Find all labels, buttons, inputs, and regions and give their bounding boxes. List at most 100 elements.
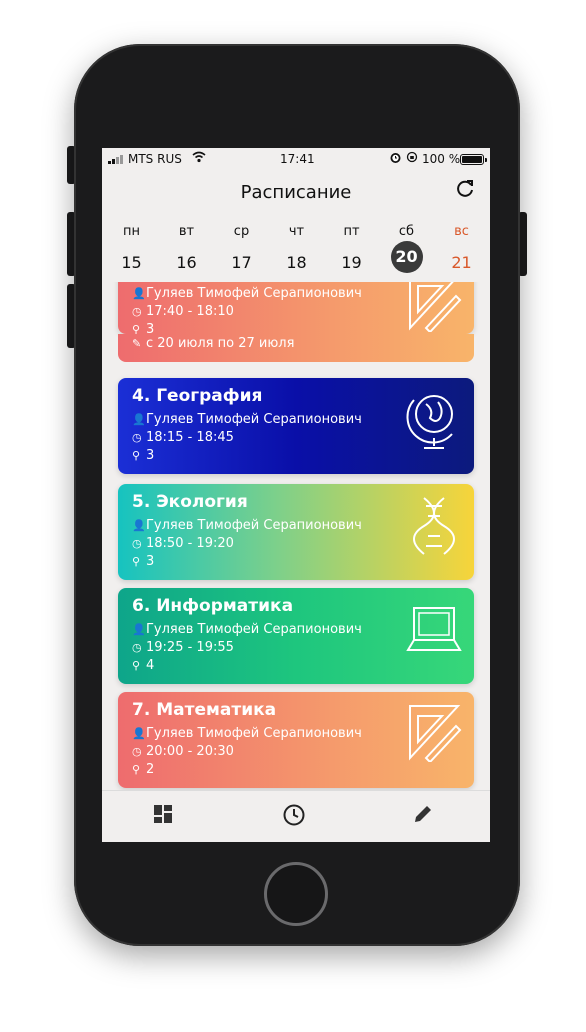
lesson-time: 18:50 - 19:20	[146, 536, 234, 551]
dashboard-icon[interactable]	[152, 803, 180, 831]
battery-percent: 100 %	[422, 152, 461, 166]
lesson-title: 4. География	[132, 386, 263, 406]
lesson-card-math-period[interactable]: ✎ с 20 июля по 27 июля	[118, 334, 474, 362]
lesson-card-math-partial[interactable]: 👤Гуляев Тимофей Серапионович ◷ 17:40 - 18…	[118, 282, 474, 334]
ruler-triangle-icon	[406, 702, 462, 766]
day-number: 21	[451, 253, 472, 272]
location-pin-icon: ⚲	[132, 763, 141, 776]
clock-icon: ◷	[132, 745, 142, 758]
lesson-room: 3	[146, 554, 155, 569]
lesson-time: 20:00 - 20:30	[146, 744, 234, 759]
lesson-period: с 20 июля по 27 июля	[146, 336, 295, 351]
lesson-card-math[interactable]: 7. Математика 👤Гуляев Тимофей Серапионов…	[118, 692, 474, 788]
app-screen: MTS RUS 17:41 100 % Расписание пн 15 вт …	[102, 148, 490, 842]
clock-icon: ◷	[132, 305, 142, 318]
day-sunday[interactable]: вс 21	[434, 218, 489, 278]
day-name: пн	[123, 224, 140, 239]
status-bar: MTS RUS 17:41 100 %	[102, 148, 490, 170]
teacher-row: 👤Гуляев Тимофей Серапионович	[132, 412, 362, 427]
lesson-room: 3	[146, 448, 155, 463]
teacher-row: 👤Гуляев Тимофей Серапионович	[132, 518, 362, 533]
day-name: вт	[178, 224, 195, 239]
location-pin-icon: ⚲	[132, 659, 141, 672]
page-title: Расписание	[240, 182, 352, 203]
time-row: ◷ 18:50 - 19:20	[132, 536, 234, 551]
room-row: ⚲ 4	[132, 658, 154, 673]
lesson-room: 4	[146, 658, 155, 673]
pencil-icon[interactable]	[412, 803, 440, 831]
teacher-name: Гуляев Тимофей Серапионович	[146, 622, 362, 637]
time-row: ◷ 20:00 - 20:30	[132, 744, 234, 759]
location-pin-icon: ⚲	[132, 555, 141, 568]
battery-icon	[460, 154, 487, 165]
ruler-triangle-icon	[406, 282, 462, 334]
teacher-name: Гуляев Тимофей Серапионович	[146, 412, 362, 427]
day-number: 17	[231, 253, 252, 272]
lesson-title: 6. Информатика	[132, 596, 294, 616]
home-button[interactable]	[264, 862, 328, 926]
globe-icon	[406, 388, 462, 452]
clock-time: 17:41	[280, 152, 315, 166]
lesson-card-geography[interactable]: 4. География 👤Гуляев Тимофей Серапионови…	[118, 378, 474, 474]
week-selector: пн 15 вт 16 ср 17 чт 18 пт 19 сб 20 вс 2…	[102, 218, 490, 278]
room-row: ⚲ 2	[132, 762, 154, 777]
wifi-icon	[192, 151, 206, 166]
day-monday[interactable]: пн 15	[104, 218, 159, 278]
room-row: ⚲ 3	[132, 448, 154, 463]
person-icon: 👤	[132, 727, 146, 740]
lesson-room: 2	[146, 762, 155, 777]
clock-icon[interactable]	[282, 803, 310, 831]
day-saturday[interactable]: сб 20	[379, 218, 434, 278]
lesson-title: 7. Математика	[132, 700, 277, 720]
location-pin-icon: ⚲	[132, 323, 141, 334]
day-number: 16	[176, 253, 197, 272]
clock-icon: ◷	[132, 431, 142, 444]
day-number: 15	[121, 253, 142, 272]
lesson-time: 18:15 - 18:45	[146, 430, 234, 445]
pencil-icon: ✎	[132, 337, 142, 350]
teacher-name: Гуляев Тимофей Серапионович	[146, 518, 362, 533]
lesson-card-informatics[interactable]: 6. Информатика 👤Гуляев Тимофей Серапионо…	[118, 588, 474, 684]
person-icon: 👤	[132, 287, 146, 300]
day-name: вс	[454, 224, 469, 239]
time-row: ◷ 18:15 - 18:45	[132, 430, 234, 445]
app-header: Расписание	[102, 170, 490, 214]
lesson-list[interactable]: 👤Гуляев Тимофей Серапионович ◷ 17:40 - 18…	[102, 282, 490, 790]
day-wednesday[interactable]: ср 17	[214, 218, 269, 278]
person-icon: 👤	[132, 519, 146, 532]
refresh-icon[interactable]	[454, 178, 476, 206]
teacher-row: 👤Гуляев Тимофей Серапионович	[132, 622, 362, 637]
day-tuesday[interactable]: вт 16	[159, 218, 214, 278]
dna-icon	[406, 494, 462, 558]
day-name: пт	[343, 224, 360, 239]
day-thursday[interactable]: чт 18	[269, 218, 324, 278]
lesson-room: 3	[146, 322, 155, 334]
lesson-time: 19:25 - 19:55	[146, 640, 234, 655]
rotation-lock-icon	[406, 151, 418, 166]
carrier-name: MTS RUS	[128, 152, 182, 166]
day-name: ср	[233, 224, 250, 239]
day-number: 18	[286, 253, 307, 272]
room-row: ⚲ 3	[132, 554, 154, 569]
laptop-icon	[406, 598, 462, 662]
day-name: сб	[398, 224, 415, 239]
room-row: ⚲ 3	[132, 322, 154, 334]
clock-icon: ◷	[132, 537, 142, 550]
day-number: 19	[341, 253, 362, 272]
day-name: чт	[288, 224, 305, 239]
lesson-time: 17:40 - 18:10	[146, 304, 234, 319]
lesson-card-ecology[interactable]: 5. Экология 👤Гуляев Тимофей Серапионович…	[118, 484, 474, 580]
person-icon: 👤	[132, 413, 146, 426]
time-row: ◷ 17:40 - 18:10	[132, 304, 234, 319]
location-pin-icon: ⚲	[132, 449, 141, 462]
day-number-selected: 20	[390, 241, 423, 273]
lesson-title: 5. Экология	[132, 492, 248, 512]
teacher-name: Гуляев Тимофей Серапионович	[146, 286, 362, 301]
alarm-icon	[389, 151, 402, 167]
teacher-name: Гуляев Тимофей Серапионович	[146, 726, 362, 741]
bottom-tab-bar	[102, 790, 490, 842]
person-icon: 👤	[132, 623, 146, 636]
clock-icon: ◷	[132, 641, 142, 654]
signal-icon	[108, 154, 124, 164]
day-friday[interactable]: пт 19	[324, 218, 379, 278]
